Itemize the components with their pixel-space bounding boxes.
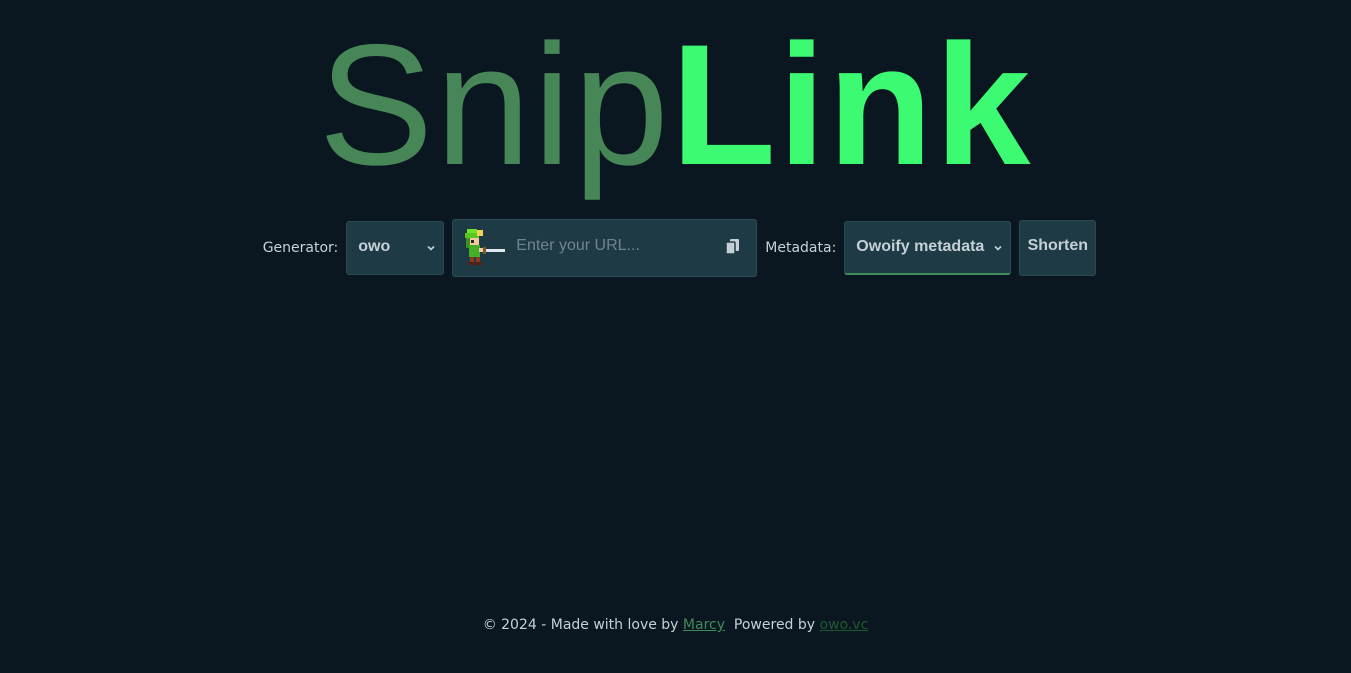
- metadata-select[interactable]: Owoify metadata: [844, 221, 1012, 275]
- author-link[interactable]: Marcy: [683, 617, 725, 633]
- shorten-button[interactable]: Shorten: [1019, 220, 1097, 276]
- page: SnipLink Generator: owo Enter your URL..…: [0, 0, 1351, 673]
- footer-copyright: © 2024 - Made with love by: [482, 617, 683, 633]
- chevron-down-icon: [994, 245, 1002, 251]
- footer-powered: Powered by: [733, 617, 820, 633]
- generator-selected-value: owo: [358, 238, 391, 255]
- site-logo: SnipLink: [0, 10, 1351, 200]
- pixel-swordsman-icon: [465, 229, 506, 265]
- url-field[interactable]: [452, 219, 758, 277]
- chevron-down-icon: [427, 245, 435, 251]
- footer: © 2024 - Made with love by Marcy Powered…: [0, 617, 1351, 633]
- logo-link: Link: [670, 9, 1033, 201]
- clipboard-paste-icon[interactable]: [725, 238, 741, 256]
- shortener-form: Generator: owo Enter your URL... Metadat…: [0, 219, 1351, 277]
- metadata-label: Metadata:: [765, 240, 837, 256]
- logo-snip: Snip: [318, 9, 671, 201]
- url-input[interactable]: [516, 234, 717, 258]
- metadata-selected-value: Owoify metadata: [856, 237, 985, 255]
- generator-label: Generator:: [262, 240, 339, 256]
- generator-select[interactable]: owo: [346, 221, 445, 275]
- service-link[interactable]: owo.vc: [820, 617, 869, 633]
